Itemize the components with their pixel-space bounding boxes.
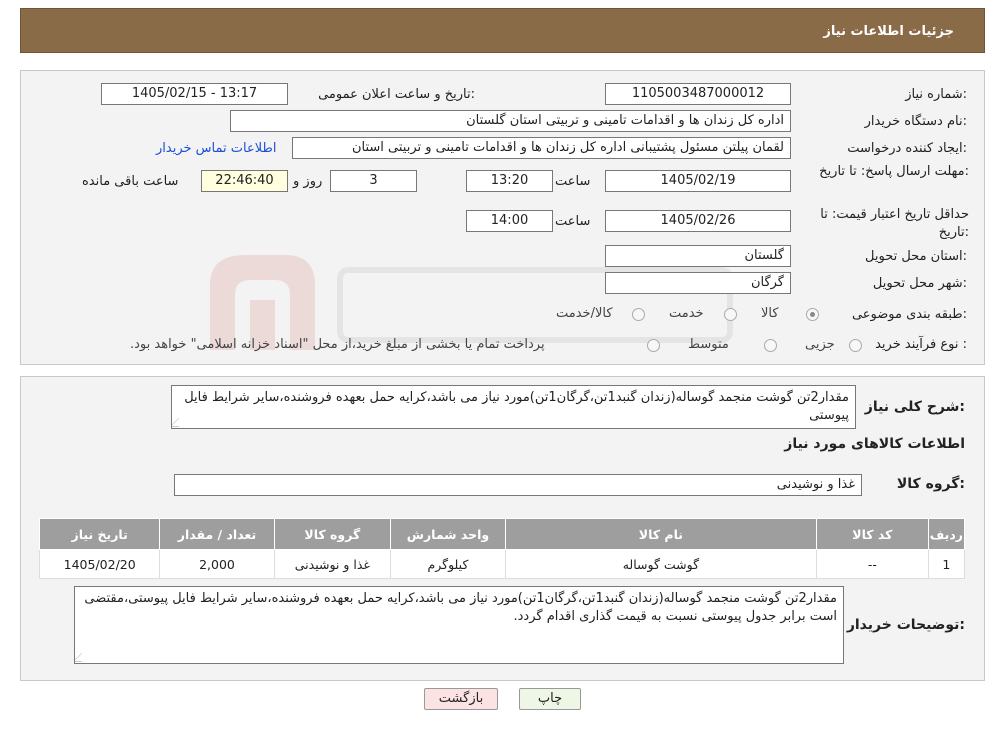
back-button[interactable]: بازگشت	[424, 688, 498, 710]
process-label: نوع فرآیند خرید :	[875, 337, 967, 352]
deadline-date-field: 1405/02/19	[605, 170, 791, 192]
remaining-time-field: 22:46:40	[201, 170, 288, 192]
cell-goods-group: غذا و نوشیدنی	[273, 549, 392, 579]
buyer-contact-link[interactable]: اطلاعات تماس خریدار	[156, 141, 276, 156]
cell-row: 1	[927, 549, 966, 579]
category-radio-service[interactable]	[724, 308, 737, 321]
goods-group-field: غذا و نوشیدنی	[174, 474, 862, 496]
validity-time-label: ساعت	[555, 214, 591, 229]
goods-group-label: گروه کالا:	[896, 476, 965, 492]
category-option-goods: کالا	[761, 306, 779, 321]
validity-time-field: 14:00	[466, 210, 553, 232]
category-option-service: خدمت	[669, 306, 704, 321]
process-radio-minor[interactable]	[849, 339, 862, 352]
creator-field: لقمان پیلتن مسئول پشتیبانی اداره کل زندا…	[292, 137, 791, 159]
goods-section-title: اطلاعات کالاهای مورد نیاز	[784, 436, 965, 452]
process-option-minor: جزیی	[805, 337, 835, 352]
process-note: پرداخت تمام یا بخشی از مبلغ خرید،از محل …	[130, 337, 545, 352]
deadline-label: مهلت ارسال پاسخ: تا تاریخ:	[819, 164, 969, 179]
goods-table: تاریخ نیاز تعداد / مقدار گروه کالا واحد …	[38, 518, 966, 579]
page-title: جزئیات اطلاعات نیاز	[823, 24, 954, 39]
need-number-field: 1105003487000012	[605, 83, 791, 105]
remaining-label: ساعت باقی مانده	[82, 174, 179, 189]
province-field: گلستان	[605, 245, 791, 267]
page-header: جزئیات اطلاعات نیاز	[20, 8, 985, 53]
category-radio-goods[interactable]	[806, 308, 819, 321]
col-goods-code: کد کالا	[815, 518, 929, 550]
cell-goods-code: --	[815, 549, 929, 579]
table-header-row: تاریخ نیاز تعداد / مقدار گروه کالا واحد …	[38, 518, 966, 550]
buyer-notes-text: مقدار2تن گوشت منجمد گوساله(زندان گنبد1تن…	[84, 591, 837, 624]
buyer-org-label: نام دستگاه خریدار:	[864, 114, 967, 129]
deadline-time-field: 13:20	[466, 170, 553, 192]
print-button[interactable]: چاپ	[519, 688, 581, 710]
cell-quantity: 2,000	[159, 549, 275, 579]
need-number-label: شماره نیاز:	[905, 87, 967, 102]
process-option-medium: متوسط	[688, 337, 729, 352]
cell-goods-name: گوشت گوساله	[504, 549, 817, 579]
deadline-time-label: ساعت	[555, 174, 591, 189]
category-radio-goods-service[interactable]	[632, 308, 645, 321]
buyer-notes-label: توضیحات خریدار:	[846, 617, 965, 633]
city-field: گرگان	[605, 272, 791, 294]
cell-need-date: 1405/02/20	[38, 549, 161, 579]
process-radio-treasury[interactable]	[647, 339, 660, 352]
announce-datetime-field: 1405/02/15 - 13:17	[101, 83, 288, 105]
col-quantity: تعداد / مقدار	[159, 518, 275, 550]
category-option-goods-service: کالا/خدمت	[556, 306, 613, 321]
col-unit: واحد شمارش	[390, 518, 506, 550]
city-label: شهر محل تحویل:	[872, 276, 967, 291]
summary-textarea[interactable]: مقدار2تن گوشت منجمد گوساله(زندان گنبد1تن…	[171, 385, 856, 429]
days-label: روز و	[293, 174, 323, 189]
category-label: طبقه بندی موضوعی:	[851, 307, 967, 322]
summary-label: شرح کلی نیاز:	[864, 399, 965, 415]
resize-grip-icon[interactable]	[172, 418, 188, 427]
process-radio-medium[interactable]	[764, 339, 777, 352]
col-goods-name: نام کالا	[504, 518, 817, 550]
days-field: 3	[330, 170, 417, 192]
col-goods-group: گروه کالا	[273, 518, 392, 550]
creator-label: ایجاد کننده درخواست:	[847, 141, 967, 156]
col-need-date: تاریخ نیاز	[38, 518, 161, 550]
cell-unit: کیلوگرم	[390, 549, 506, 579]
summary-text: مقدار2تن گوشت منجمد گوساله(زندان گنبد1تن…	[184, 390, 849, 423]
table-row: 1405/02/20 2,000 غذا و نوشیدنی کیلوگرم گ…	[38, 549, 966, 579]
buyer-notes-textarea[interactable]: مقدار2تن گوشت منجمد گوساله(زندان گنبد1تن…	[74, 586, 844, 664]
announce-label: تاریخ و ساعت اعلان عمومی:	[318, 87, 475, 102]
validity-label: حداقل تاریخ اعتبار قیمت: تا تاریخ:	[820, 207, 969, 240]
validity-date-field: 1405/02/26	[605, 210, 791, 232]
buyer-org-field: اداره کل زندان ها و اقدامات تامینی و ترب…	[230, 110, 791, 132]
province-label: استان محل تحویل:	[865, 249, 967, 264]
resize-grip-icon[interactable]	[75, 653, 91, 662]
col-row: ردیف	[927, 518, 966, 550]
